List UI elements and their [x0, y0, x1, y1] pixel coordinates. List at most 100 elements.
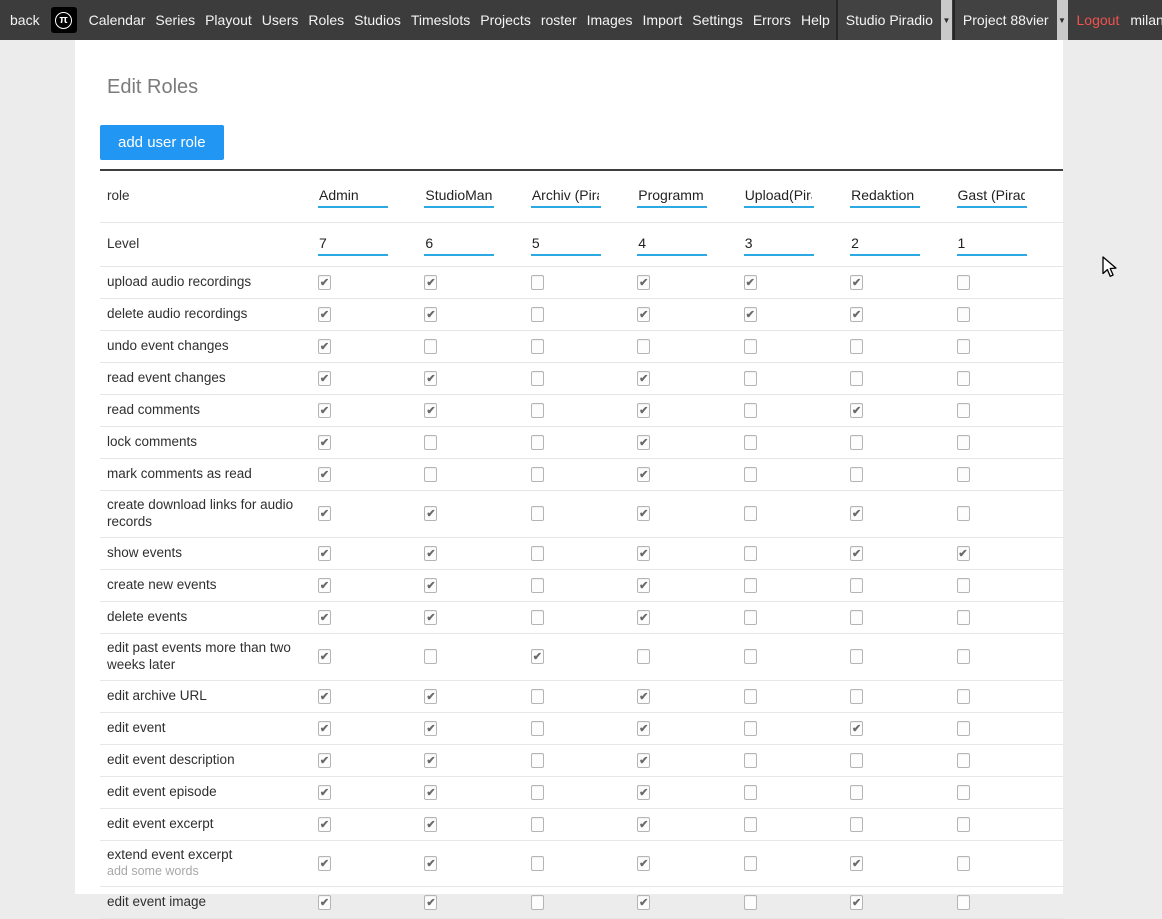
- permission-checkbox[interactable]: ✔: [424, 610, 437, 625]
- permission-checkbox[interactable]: [850, 689, 863, 704]
- level-input[interactable]: [744, 233, 814, 256]
- role-name-input[interactable]: [957, 185, 1027, 208]
- permission-checkbox[interactable]: [744, 506, 757, 521]
- permission-checkbox[interactable]: [957, 689, 970, 704]
- permission-checkbox[interactable]: ✔: [637, 546, 650, 561]
- permission-checkbox[interactable]: ✔: [637, 721, 650, 736]
- permission-checkbox[interactable]: ✔: [318, 403, 331, 418]
- permission-checkbox[interactable]: [744, 403, 757, 418]
- permission-checkbox[interactable]: [531, 689, 544, 704]
- nav-item-roles[interactable]: Roles: [303, 0, 349, 40]
- permission-checkbox[interactable]: [424, 339, 437, 354]
- permission-checkbox[interactable]: [744, 895, 757, 910]
- permission-checkbox[interactable]: ✔: [318, 785, 331, 800]
- permission-checkbox[interactable]: ✔: [637, 506, 650, 521]
- permission-checkbox[interactable]: ✔: [637, 435, 650, 450]
- permission-checkbox[interactable]: [957, 435, 970, 450]
- permission-checkbox[interactable]: [850, 578, 863, 593]
- piradio-logo-icon[interactable]: π: [51, 7, 77, 33]
- permission-checkbox[interactable]: [957, 753, 970, 768]
- role-name-input[interactable]: [531, 185, 601, 208]
- permission-checkbox[interactable]: [744, 721, 757, 736]
- permission-checkbox[interactable]: [531, 721, 544, 736]
- permission-checkbox[interactable]: ✔: [424, 546, 437, 561]
- permission-checkbox[interactable]: ✔: [637, 785, 650, 800]
- permission-checkbox[interactable]: [531, 371, 544, 386]
- permission-checkbox[interactable]: [850, 649, 863, 664]
- permission-checkbox[interactable]: ✔: [637, 275, 650, 290]
- nav-item-errors[interactable]: Errors: [748, 0, 796, 40]
- level-input[interactable]: [850, 233, 920, 256]
- permission-checkbox[interactable]: [957, 721, 970, 736]
- permission-checkbox[interactable]: ✔: [424, 275, 437, 290]
- nav-item-help[interactable]: Help: [796, 0, 835, 40]
- permission-checkbox[interactable]: ✔: [318, 610, 331, 625]
- permission-checkbox[interactable]: ✔: [850, 403, 863, 418]
- permission-checkbox[interactable]: ✔: [318, 435, 331, 450]
- permission-checkbox[interactable]: ✔: [424, 307, 437, 322]
- permission-checkbox[interactable]: [957, 339, 970, 354]
- permission-checkbox[interactable]: [744, 467, 757, 482]
- permission-checkbox[interactable]: [744, 649, 757, 664]
- nav-item-series[interactable]: Series: [150, 0, 200, 40]
- permission-checkbox[interactable]: [744, 753, 757, 768]
- permission-checkbox[interactable]: [744, 371, 757, 386]
- permission-checkbox[interactable]: ✔: [637, 753, 650, 768]
- permission-checkbox[interactable]: [531, 578, 544, 593]
- permission-checkbox[interactable]: ✔: [637, 371, 650, 386]
- level-input[interactable]: [424, 233, 494, 256]
- nav-back[interactable]: back: [0, 0, 47, 40]
- permission-checkbox[interactable]: ✔: [318, 721, 331, 736]
- permission-checkbox[interactable]: ✔: [850, 546, 863, 561]
- permission-checkbox[interactable]: [957, 307, 970, 322]
- permission-checkbox[interactable]: ✔: [637, 689, 650, 704]
- permission-checkbox[interactable]: [531, 339, 544, 354]
- permission-checkbox[interactable]: [957, 649, 970, 664]
- permission-checkbox[interactable]: [531, 403, 544, 418]
- role-name-input[interactable]: [424, 185, 494, 208]
- permission-checkbox[interactable]: [531, 895, 544, 910]
- permission-checkbox[interactable]: [850, 371, 863, 386]
- permission-checkbox[interactable]: ✔: [637, 817, 650, 832]
- permission-checkbox[interactable]: [850, 339, 863, 354]
- permission-checkbox[interactable]: ✔: [850, 275, 863, 290]
- permission-checkbox[interactable]: ✔: [424, 856, 437, 871]
- permission-checkbox[interactable]: [424, 435, 437, 450]
- role-name-input[interactable]: [850, 185, 920, 208]
- permission-checkbox[interactable]: ✔: [744, 307, 757, 322]
- permission-checkbox[interactable]: [744, 578, 757, 593]
- level-input[interactable]: [318, 233, 388, 256]
- permission-checkbox[interactable]: ✔: [424, 578, 437, 593]
- nav-item-settings[interactable]: Settings: [687, 0, 748, 40]
- permission-checkbox[interactable]: [531, 275, 544, 290]
- permission-checkbox[interactable]: [531, 435, 544, 450]
- permission-checkbox[interactable]: ✔: [637, 895, 650, 910]
- permission-checkbox[interactable]: [957, 856, 970, 871]
- permission-checkbox[interactable]: ✔: [318, 506, 331, 521]
- permission-checkbox[interactable]: ✔: [424, 817, 437, 832]
- project-select[interactable]: Project 88vier ▼: [953, 0, 1068, 40]
- permission-checkbox[interactable]: [957, 403, 970, 418]
- permission-checkbox[interactable]: [957, 610, 970, 625]
- permission-checkbox[interactable]: [744, 435, 757, 450]
- permission-checkbox[interactable]: [850, 753, 863, 768]
- permission-checkbox[interactable]: ✔: [531, 649, 544, 664]
- studio-select[interactable]: Studio Piradio ▼: [836, 0, 952, 40]
- permission-checkbox[interactable]: [531, 817, 544, 832]
- level-input[interactable]: [531, 233, 601, 256]
- permission-checkbox[interactable]: ✔: [424, 753, 437, 768]
- permission-checkbox[interactable]: [744, 785, 757, 800]
- permission-checkbox[interactable]: [957, 785, 970, 800]
- nav-item-roster[interactable]: roster: [536, 0, 582, 40]
- permission-checkbox[interactable]: [850, 610, 863, 625]
- permission-checkbox[interactable]: [850, 467, 863, 482]
- permission-checkbox[interactable]: ✔: [318, 371, 331, 386]
- permission-checkbox[interactable]: ✔: [850, 721, 863, 736]
- permission-checkbox[interactable]: [744, 689, 757, 704]
- permission-checkbox[interactable]: [637, 339, 650, 354]
- permission-checkbox[interactable]: [957, 578, 970, 593]
- level-input[interactable]: [957, 233, 1027, 256]
- permission-checkbox[interactable]: ✔: [637, 578, 650, 593]
- permission-checkbox[interactable]: [531, 307, 544, 322]
- permission-checkbox[interactable]: ✔: [424, 506, 437, 521]
